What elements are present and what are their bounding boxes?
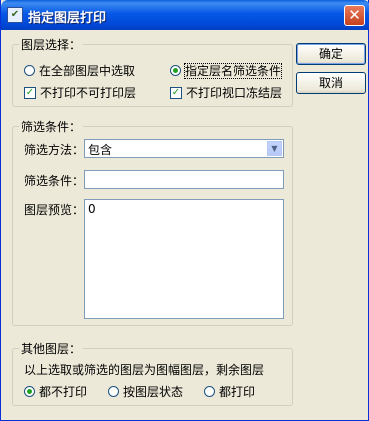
- radio-by-layer-state[interactable]: 按图层状态: [108, 383, 183, 400]
- checkbox-no-viewport-frozen-box[interactable]: ✓: [170, 86, 182, 99]
- radio-print-all-indicator[interactable]: [204, 386, 215, 397]
- layer-preview-item[interactable]: 0: [88, 202, 96, 216]
- layer-selection-legend: 图层选择：: [21, 38, 82, 52]
- filter-condition-input[interactable]: [84, 170, 284, 189]
- other-layers-description: 以上选取或筛选的图层为图幅图层，剩余图层: [24, 363, 265, 377]
- checkbox-no-unprintable[interactable]: ✓ 不打印不可打印层: [24, 84, 136, 101]
- radio-print-none-indicator[interactable]: [24, 386, 35, 397]
- checkbox-no-unprintable-box[interactable]: ✓: [24, 86, 36, 99]
- checkbox-no-viewport-frozen[interactable]: ✓ 不打印视口冻结层: [170, 84, 282, 101]
- ok-button[interactable]: 确定: [296, 43, 366, 65]
- radio-print-all-label: 都打印: [219, 385, 256, 399]
- radio-filter-by-name-indicator[interactable]: [170, 65, 181, 76]
- filter-conditions-legend: 筛选条件：: [21, 120, 82, 134]
- layer-preview-label: 图层预览：: [24, 203, 85, 217]
- other-layers-legend: 其他图层：: [21, 342, 82, 356]
- close-button[interactable]: ✕: [344, 5, 365, 26]
- layer-preview-list[interactable]: 0: [84, 199, 284, 319]
- radio-all-layers-indicator[interactable]: [24, 65, 35, 76]
- dropdown-arrow-icon[interactable]: ▼: [267, 141, 282, 156]
- print-layers-dialog: ✔ 指定图层打印 ✕ 图层选择： 在全部图层中选取 指定层名筛选条件 ✓ 不打印不…: [0, 0, 369, 421]
- radio-all-layers-label: 在全部图层中选取: [39, 64, 136, 78]
- window-title: 指定图层打印: [28, 11, 107, 26]
- app-icon: ✔: [7, 7, 23, 23]
- radio-print-all[interactable]: 都打印: [204, 383, 255, 400]
- radio-print-none-label: 都不打印: [39, 385, 88, 399]
- filter-method-select[interactable]: 包含 ▼: [84, 139, 284, 158]
- radio-by-layer-state-label: 按图层状态: [123, 385, 184, 399]
- radio-filter-by-name[interactable]: 指定层名筛选条件: [170, 62, 283, 79]
- title-bar[interactable]: ✔ 指定图层打印 ✕: [1, 0, 369, 30]
- filter-method-value: 包含: [88, 143, 113, 157]
- radio-filter-by-name-label: 指定层名筛选条件: [183, 63, 283, 79]
- radio-by-layer-state-indicator[interactable]: [108, 386, 119, 397]
- filter-method-label: 筛选方法：: [24, 143, 85, 157]
- radio-all-layers[interactable]: 在全部图层中选取: [24, 62, 135, 79]
- filter-condition-label: 筛选条件：: [24, 174, 85, 188]
- checkbox-no-viewport-frozen-label: 不打印视口冻结层: [186, 86, 283, 100]
- close-icon: ✕: [348, 6, 361, 24]
- cancel-button[interactable]: 取消: [296, 72, 366, 94]
- radio-print-none[interactable]: 都不打印: [24, 383, 87, 400]
- checkbox-no-unprintable-label: 不打印不可打印层: [40, 86, 137, 100]
